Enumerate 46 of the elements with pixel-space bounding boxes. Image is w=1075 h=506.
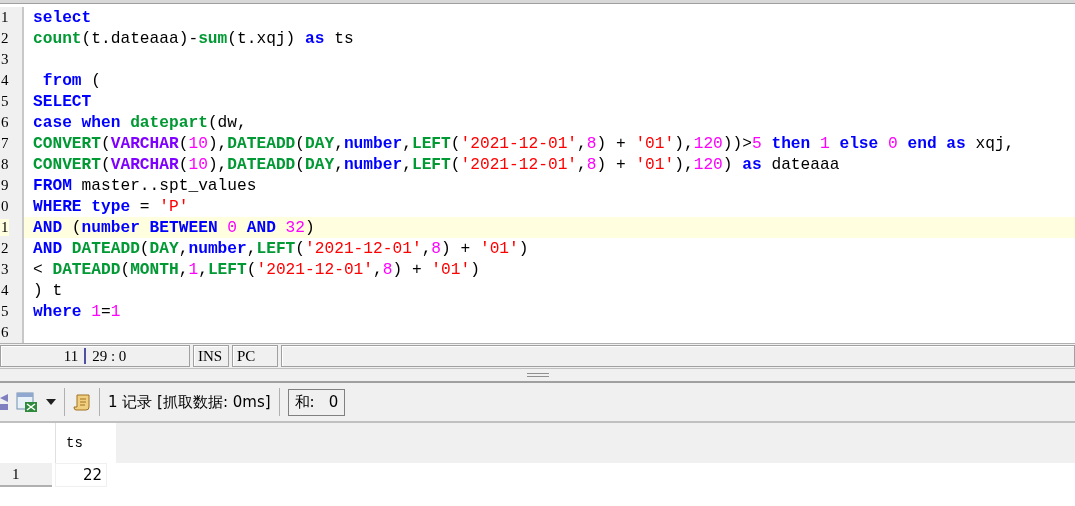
line-number: 0 [0, 198, 9, 215]
code-line: AND (number BETWEEN 0 AND 32) [32, 218, 315, 237]
line-number: 1 [0, 219, 9, 236]
table-cell: 22 [55, 463, 107, 487]
column-indicator: 29 : 0 [92, 347, 127, 365]
line-number: 4 [0, 72, 9, 89]
code-line: FROM master..spt_values [32, 176, 257, 195]
code-line: < DATEADD(MONTH,1,LEFT('2021-12-01',8) + '01') [32, 260, 480, 279]
column-header[interactable]: ts [55, 423, 116, 463]
line-number: 9 [0, 177, 9, 194]
form-icon[interactable] [0, 392, 8, 412]
code-line: AND DATEADD(DAY,number,LEFT('2021-12-01',8) + '01') [32, 239, 529, 258]
result-summary: 1 记录 [抓取数据: 0ms] [108, 392, 271, 412]
line-number: 3 [0, 261, 9, 278]
code-line: SELECT [32, 92, 92, 111]
line-number: 7 [0, 135, 9, 152]
row-header[interactable]: 1 [0, 463, 52, 487]
sum-label: 和: [294, 392, 315, 412]
code-line: case when datepart(dw, [32, 113, 247, 132]
code-line: where 1=1 [32, 302, 121, 321]
insert-mode: INS [193, 345, 229, 367]
line-number: 4 [0, 282, 9, 299]
code-line: select [32, 8, 92, 27]
line-number: 2 [0, 30, 9, 47]
sql-editor[interactable] [0, 4, 1075, 343]
line-number: 2 [0, 240, 9, 257]
line-number: 8 [0, 156, 9, 173]
code-line: CONVERT(VARCHAR(10),DATEADD(DAY,number,LEFT('2021-12-01',8) + '01'),120))>5 then 1 else 0 end as xqj, [32, 134, 1015, 153]
dropdown-button[interactable] [46, 399, 56, 405]
line-number: 5 [0, 303, 9, 320]
sum-value: 0 [328, 393, 339, 411]
line-indicator: 11 [63, 347, 79, 365]
code-line: count(t.dateaaa)-sum(t.xqj) as ts [32, 29, 354, 48]
excel-export-icon[interactable] [16, 391, 38, 413]
splitter-grip-icon[interactable] [526, 373, 549, 377]
line-number: 6 [0, 324, 9, 341]
line-number: 3 [0, 51, 9, 68]
code-line: from ( [41, 71, 101, 90]
line-ending: PC [232, 345, 278, 367]
code-line: ) t [32, 281, 63, 300]
code-line: CONVERT(VARCHAR(10),DATEADD(DAY,number,LEFT('2021-12-01',8) + '01'),120) as dateaaa [32, 155, 840, 174]
scroll-icon[interactable] [73, 392, 91, 412]
code-line: WHERE type = 'P' [32, 197, 189, 216]
line-number: 6 [0, 114, 9, 131]
line-number: 5 [0, 93, 9, 110]
line-number: 1 [0, 9, 9, 26]
